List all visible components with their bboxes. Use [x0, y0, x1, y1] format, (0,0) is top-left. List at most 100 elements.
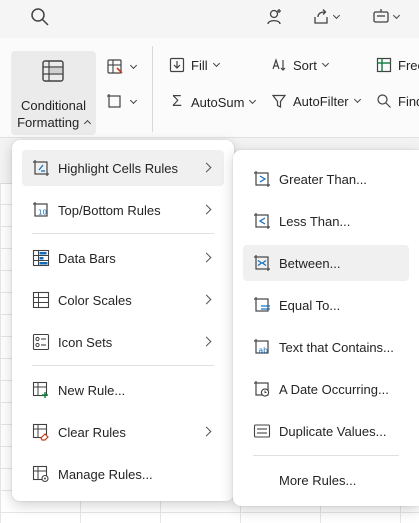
chevron-down-icon — [212, 59, 220, 67]
share-icon[interactable] — [307, 6, 343, 28]
chevron-up-icon — [83, 119, 91, 128]
conditional-formatting-text: Formatting — [17, 115, 80, 130]
autosum-button[interactable]: Σ AutoSum — [169, 93, 257, 111]
menu-item-label: Top/Bottom Rules — [58, 202, 161, 218]
menu-item-label: New Rule... — [58, 382, 126, 398]
cell-styles-button[interactable] — [106, 93, 138, 111]
cell-styles-icon — [107, 94, 121, 108]
submenu-separator — [253, 455, 399, 456]
submenu-item-between[interactable]: Between... — [243, 245, 409, 281]
menu-item-clear-rules[interactable]: Clear Rules — [22, 414, 224, 450]
greater-than-icon — [254, 171, 270, 187]
chevron-right-icon — [201, 294, 212, 305]
conditional-formatting-button[interactable]: Conditional Formatting — [11, 51, 96, 135]
highlight-cells-submenu: Greater Than... Less Than... Between... … — [233, 150, 419, 506]
freeze-label: Free — [398, 57, 419, 73]
autosum-label: AutoSum — [191, 94, 245, 110]
top-bottom-icon: 10 — [33, 202, 48, 217]
submenu-item-more-rules[interactable]: More Rules... — [243, 462, 409, 498]
chevron-right-icon — [201, 426, 212, 437]
menu-item-top-bottom-rules[interactable]: 10 Top/Bottom Rules — [22, 192, 224, 228]
submenu-item-text-contains[interactable]: ab Text that Contains... — [243, 329, 409, 365]
chevron-down-icon — [332, 11, 340, 20]
svg-text:ab: ab — [259, 346, 269, 355]
submenu-item-label: Equal To... — [279, 297, 341, 313]
clear-rules-icon — [32, 423, 49, 441]
chevron-right-icon — [201, 204, 212, 215]
chevron-right-icon — [201, 336, 212, 347]
menu-separator — [32, 233, 214, 234]
svg-text:10: 10 — [38, 209, 47, 217]
chevron-right-icon — [201, 252, 212, 263]
submenu-item-label: Greater Than... — [279, 171, 367, 187]
format-table-icon — [107, 59, 123, 74]
format-table-button[interactable] — [106, 58, 138, 76]
share-person-icon[interactable] — [262, 6, 288, 28]
submenu-item-label: A Date Occurring... — [279, 381, 389, 397]
fill-icon — [169, 57, 185, 73]
less-than-icon — [254, 213, 270, 229]
menu-item-manage-rules[interactable]: Manage Rules... — [22, 456, 224, 492]
menu-item-new-rule[interactable]: New Rule... — [22, 372, 224, 408]
chevron-down-icon — [129, 61, 138, 69]
find-icon — [377, 94, 391, 108]
sort-icon — [272, 58, 286, 71]
submenu-item-duplicate-values[interactable]: Duplicate Values... — [243, 413, 409, 449]
menu-item-label: Color Scales — [58, 292, 132, 308]
sort-label: Sort — [293, 57, 317, 73]
ribbon: Conditional Formatting Fill Σ AutoSum So… — [0, 38, 419, 138]
menu-item-data-bars[interactable]: Data Bars — [22, 240, 224, 276]
chevron-down-icon — [321, 59, 329, 67]
equal-to-icon — [254, 297, 270, 312]
submenu-item-label: More Rules... — [279, 472, 357, 488]
freeze-icon — [376, 57, 392, 73]
menu-item-label: Manage Rules... — [58, 466, 153, 482]
menu-item-color-scales[interactable]: Color Scales — [22, 282, 224, 318]
menu-separator — [32, 365, 214, 366]
submenu-item-label: Text that Contains... — [279, 339, 394, 355]
manage-rules-icon — [32, 465, 49, 483]
chevron-right-icon — [201, 162, 212, 173]
submenu-item-less-than[interactable]: Less Than... — [243, 203, 409, 239]
find-label: Find — [398, 93, 419, 109]
freeze-button[interactable]: Free — [376, 57, 419, 73]
autofilter-label: AutoFilter — [293, 93, 349, 109]
between-icon — [254, 255, 270, 271]
submenu-item-label: Less Than... — [279, 213, 351, 229]
autosum-icon: Σ — [172, 93, 182, 110]
submenu-item-date-occurring[interactable]: A Date Occurring... — [243, 371, 409, 407]
fill-button[interactable]: Fill — [169, 57, 220, 73]
duplicate-values-icon — [253, 424, 271, 438]
conditional-formatting-menu: Highlight Cells Rules 10 Top/Bottom Rule… — [12, 140, 234, 501]
data-bars-icon — [32, 249, 50, 267]
submenu-item-equal-to[interactable]: Equal To... — [243, 287, 409, 323]
new-rule-icon — [32, 381, 48, 398]
chevron-down-icon — [353, 95, 361, 103]
conditional-formatting-label-2: Formatting — [11, 115, 96, 130]
more-options-icon[interactable] — [367, 6, 403, 28]
sort-button[interactable]: Sort — [271, 57, 329, 73]
search-icon[interactable] — [27, 6, 53, 28]
ribbon-separator — [152, 46, 153, 132]
autofilter-button[interactable]: AutoFilter — [271, 93, 361, 109]
date-occurring-icon — [254, 381, 270, 397]
conditional-formatting-label-1: Conditional — [20, 98, 87, 113]
find-button[interactable]: Find — [376, 93, 419, 109]
menu-item-label: Highlight Cells Rules — [58, 160, 178, 176]
menu-item-label: Data Bars — [58, 250, 116, 266]
submenu-item-label: Between... — [279, 255, 341, 271]
top-bar — [0, 0, 419, 38]
menu-item-label: Icon Sets — [58, 334, 113, 350]
fill-label: Fill — [191, 57, 208, 73]
icon-sets-icon — [32, 333, 50, 351]
filter-icon — [271, 94, 287, 108]
menu-item-icon-sets[interactable]: Icon Sets — [22, 324, 224, 360]
menu-item-label: Clear Rules — [58, 424, 126, 440]
menu-item-highlight-cells-rules[interactable]: Highlight Cells Rules — [22, 150, 224, 186]
chevron-down-icon — [129, 96, 138, 104]
submenu-item-greater-than[interactable]: Greater Than... — [243, 161, 409, 197]
color-scales-icon — [32, 291, 50, 309]
chevron-down-icon — [392, 11, 400, 20]
text-contains-icon: ab — [254, 339, 269, 355]
conditional-formatting-icon — [42, 60, 64, 82]
